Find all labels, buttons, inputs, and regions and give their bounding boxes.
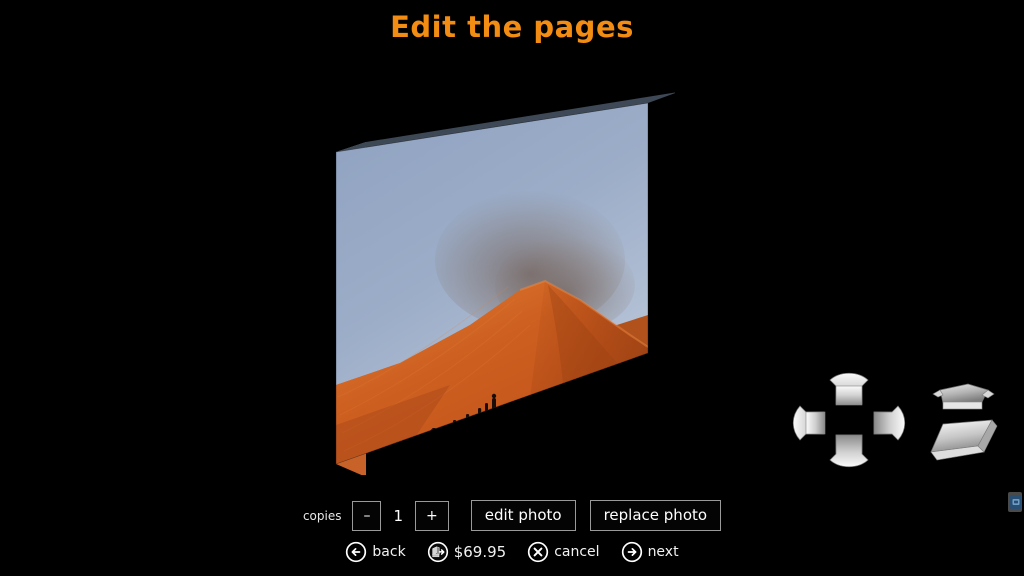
page-title: Edit the pages	[390, 10, 634, 44]
dpad-right	[873, 405, 906, 441]
price-label: $69.95	[453, 543, 507, 561]
back-button[interactable]: back	[345, 541, 406, 563]
next-label: next	[647, 544, 679, 560]
copies-increment-button[interactable]: +	[415, 500, 449, 531]
replace-photo-button[interactable]: replace photo	[589, 500, 722, 531]
edge-clipped-icon[interactable]	[1008, 492, 1024, 514]
dpad-left	[792, 405, 826, 441]
cancel-label: cancel	[554, 544, 600, 560]
dpad-up	[829, 372, 869, 406]
close-circle-icon	[528, 541, 549, 563]
page-flip-icon	[930, 383, 998, 461]
arrow-right-circle-icon	[621, 541, 642, 563]
canvas-preview[interactable]	[330, 85, 675, 475]
arrow-left-circle-icon	[346, 541, 367, 563]
edit-photo-button[interactable]: edit photo	[470, 500, 576, 531]
copies-value: 1	[393, 506, 404, 525]
copies-label: copies	[302, 508, 342, 523]
price-button[interactable]: $69.95	[427, 541, 507, 563]
view-controls[interactable]	[792, 372, 1007, 482]
app-screen: Edit the pages copies – 1 + edit photo r…	[0, 0, 1024, 576]
cancel-button[interactable]: cancel	[527, 541, 600, 563]
next-button[interactable]: next	[621, 541, 679, 563]
copies-decrement-button[interactable]: –	[352, 500, 382, 531]
edit-toolbar: copies – 1 + edit photo replace photo	[0, 500, 1024, 531]
rotate-dpad-icon	[792, 372, 906, 468]
dpad-down	[829, 434, 869, 468]
cash-register-circle-icon	[427, 541, 448, 563]
action-bar: back $69.95 cancel next	[0, 541, 1024, 563]
back-label: back	[372, 544, 406, 560]
